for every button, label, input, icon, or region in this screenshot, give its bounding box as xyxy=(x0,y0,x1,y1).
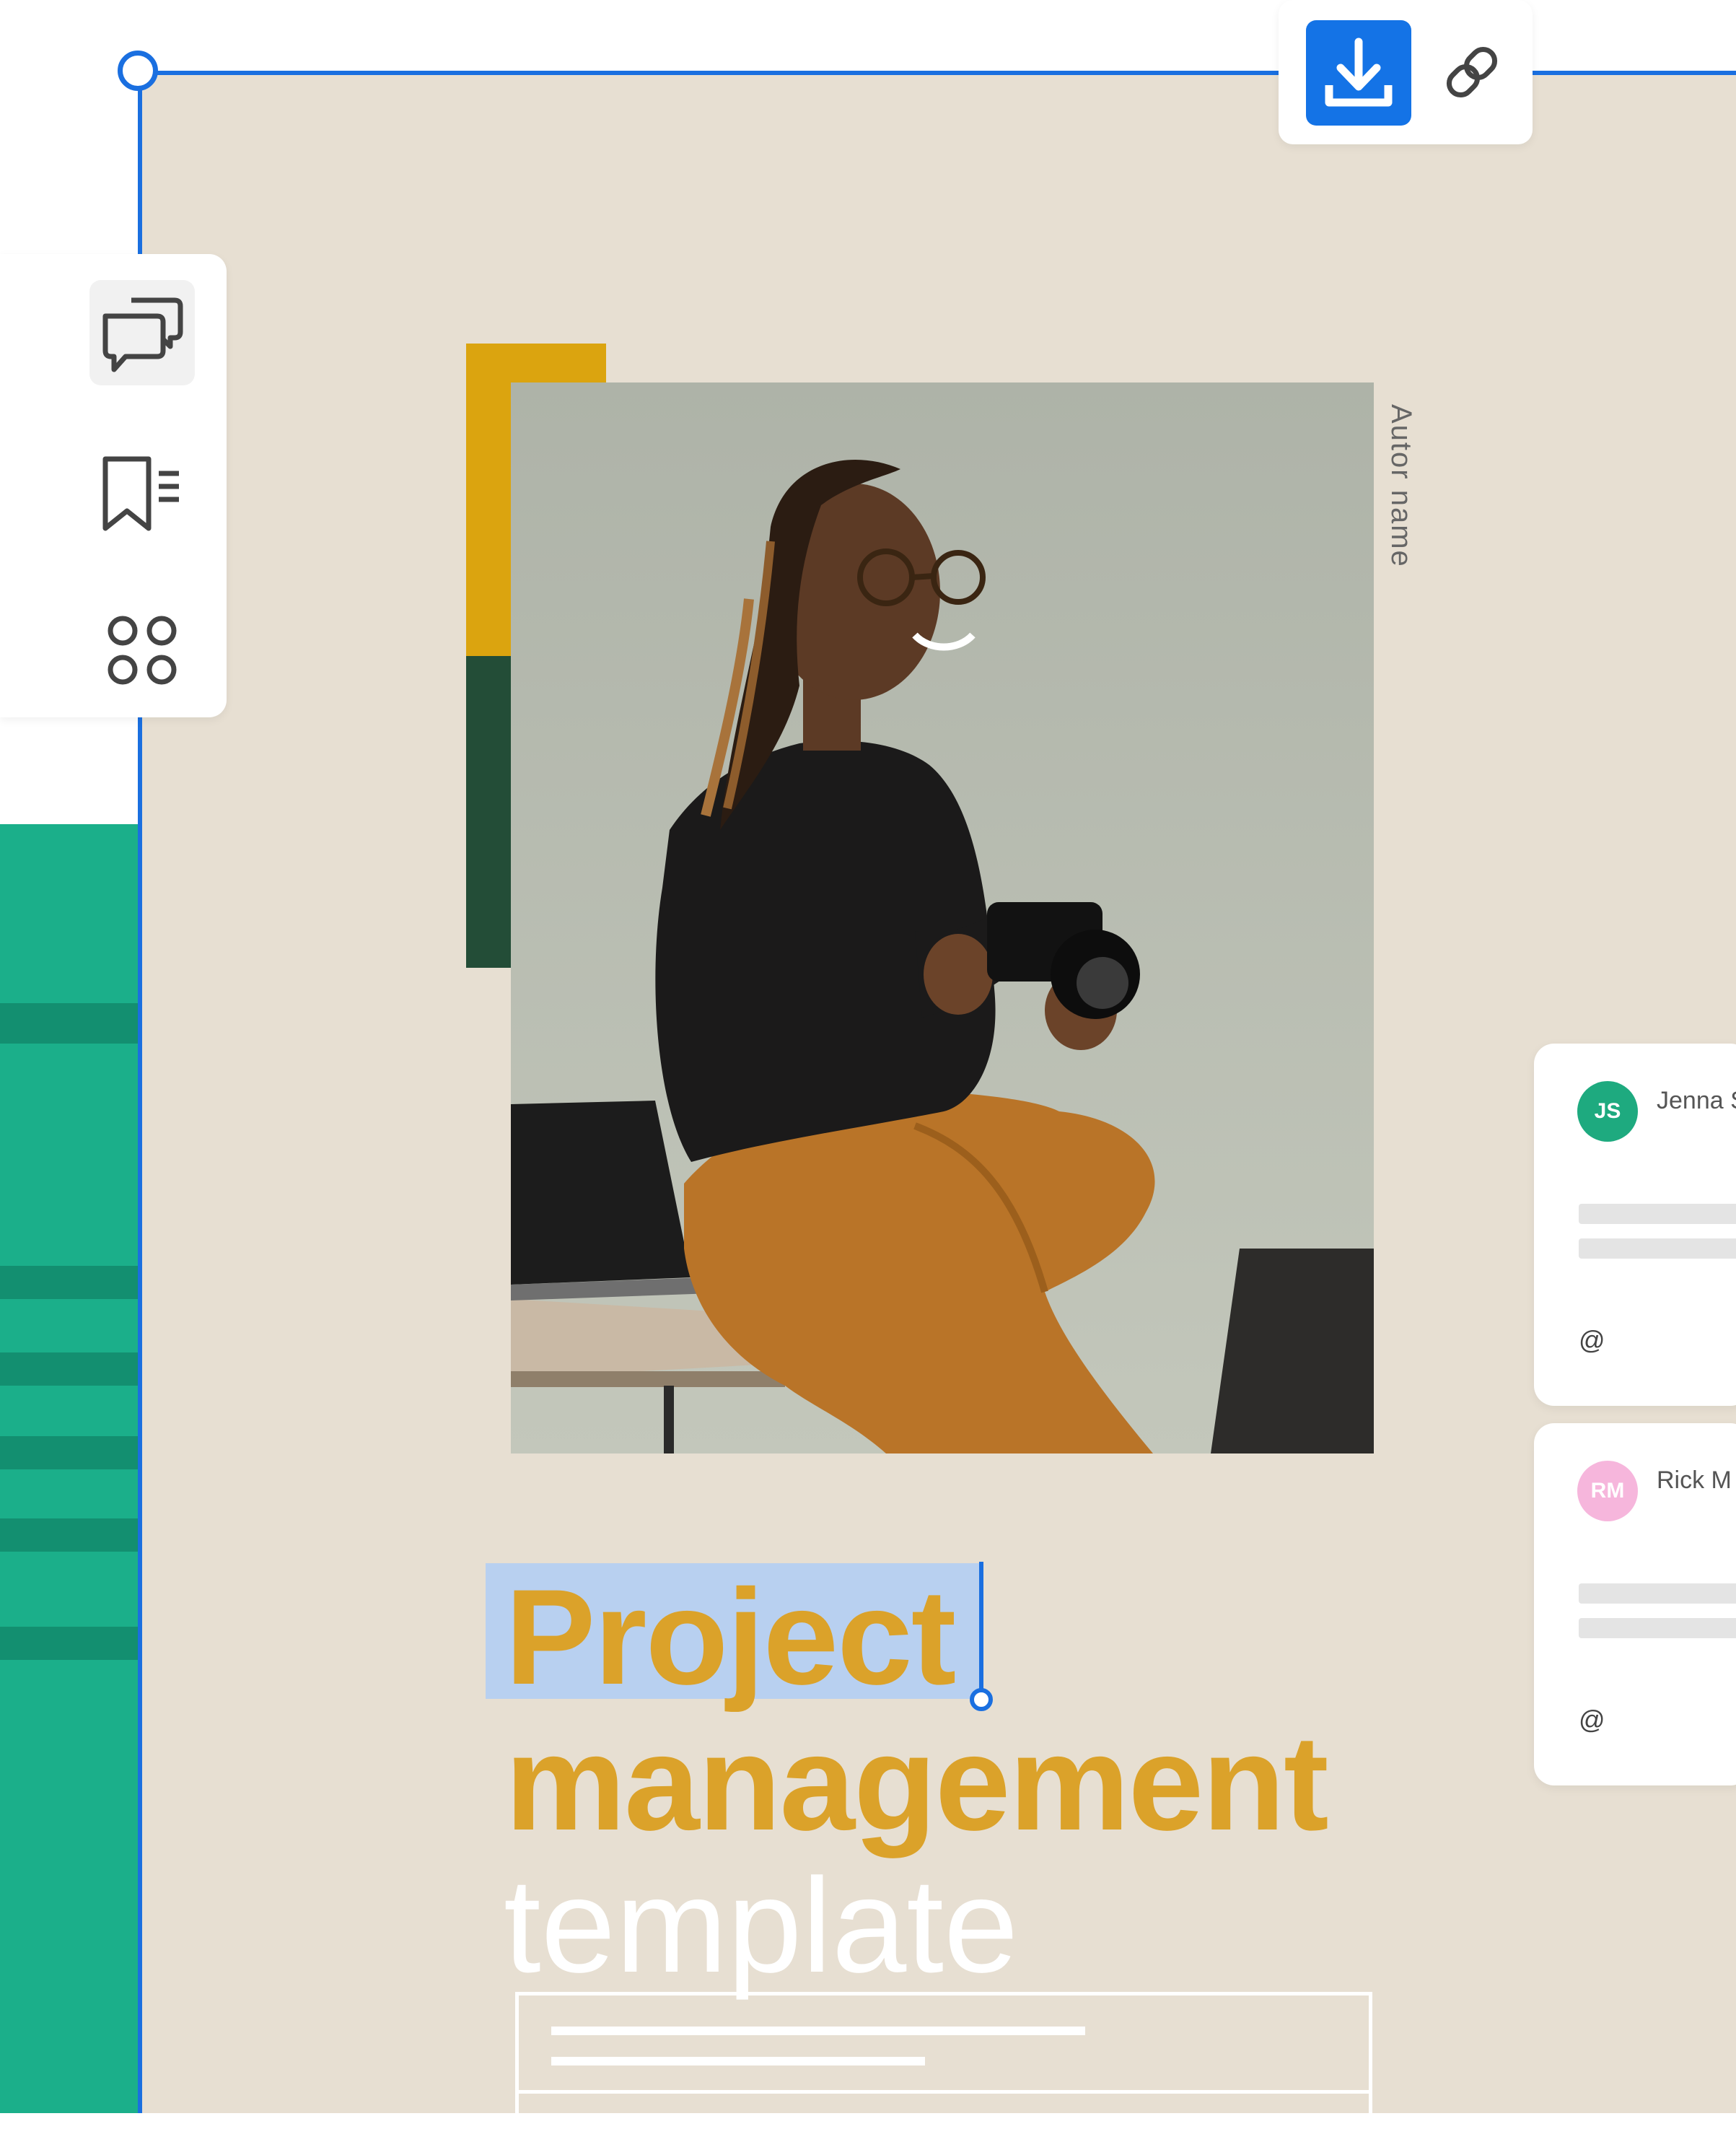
title-line-template[interactable]: template xyxy=(504,1859,1018,1993)
accent-bar-green xyxy=(466,656,511,968)
author-name-label[interactable]: Autor name xyxy=(1385,404,1417,621)
copy-link-button[interactable] xyxy=(1432,32,1512,113)
placeholder-text-line xyxy=(551,2057,925,2065)
grid-icon xyxy=(108,616,177,685)
avatar: JS xyxy=(1577,1081,1638,1142)
title-line-management[interactable]: management xyxy=(505,1715,1329,1850)
stripe xyxy=(0,1518,141,1552)
stripe xyxy=(0,1352,141,1386)
stripe xyxy=(0,1627,141,1660)
stripe xyxy=(0,1003,141,1044)
comments-button[interactable] xyxy=(89,280,195,385)
author-name-text: Autor name xyxy=(1385,404,1417,568)
mention-button[interactable]: @ xyxy=(1579,1705,1605,1735)
download-icon xyxy=(1325,38,1393,107)
bookmarks-icon xyxy=(102,456,179,531)
comments-icon xyxy=(102,297,183,372)
comment-text-placeholder xyxy=(1579,1238,1736,1259)
side-panel-strip xyxy=(0,824,141,2113)
comment-text-placeholder xyxy=(1579,1583,1736,1604)
comment-card[interactable]: JS Jenna S @ xyxy=(1534,1044,1736,1406)
text-caret xyxy=(979,1562,983,1697)
title-line-project[interactable]: Project xyxy=(505,1569,956,1705)
mention-button[interactable]: @ xyxy=(1579,1325,1605,1355)
photo-woman-with-camera xyxy=(511,382,1374,1453)
comment-text-placeholder xyxy=(1579,1204,1736,1224)
stripe xyxy=(0,1266,141,1299)
avatar: RM xyxy=(1577,1461,1638,1521)
comment-card[interactable]: RM Rick M @ xyxy=(1534,1423,1736,1785)
placeholder-text-line xyxy=(551,2027,1085,2035)
thumbnails-button[interactable] xyxy=(89,596,195,701)
commenter-name: Rick M xyxy=(1657,1466,1732,1494)
download-button[interactable] xyxy=(1306,20,1411,126)
link-icon xyxy=(1446,46,1498,98)
stripe xyxy=(0,1436,141,1469)
comment-text-placeholder xyxy=(1579,1618,1736,1638)
bookmarks-button[interactable] xyxy=(89,439,195,544)
text-box-divider xyxy=(515,2090,1372,2094)
commenter-name: Jenna S xyxy=(1657,1087,1736,1114)
resize-handle[interactable] xyxy=(118,51,158,91)
cover-photo[interactable] xyxy=(511,382,1374,1453)
